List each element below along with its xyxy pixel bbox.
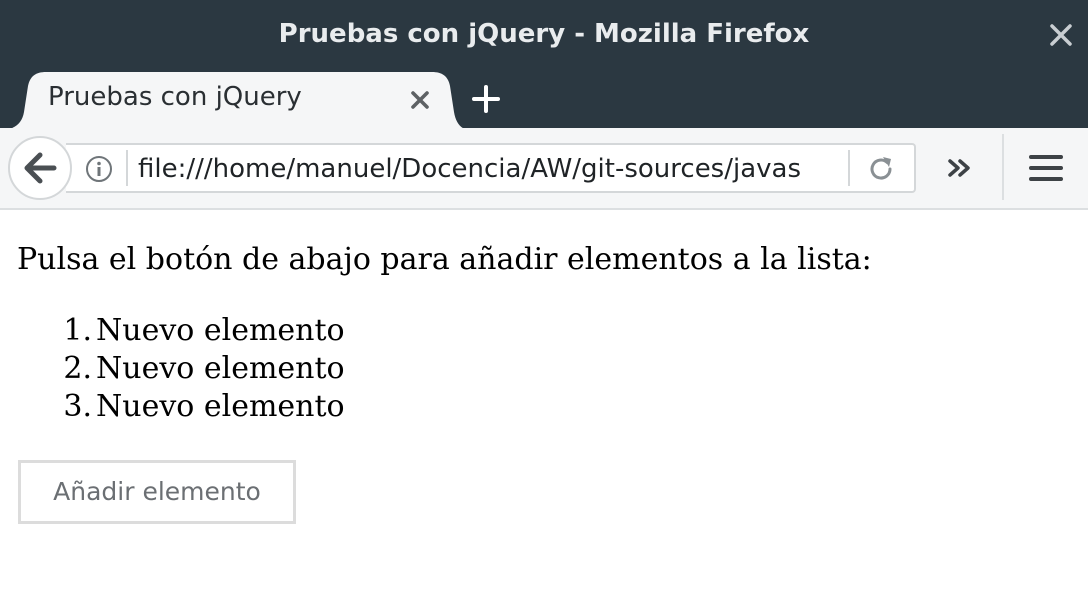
url-separator: [126, 150, 128, 186]
add-element-button[interactable]: Añadir elemento: [18, 460, 296, 524]
toolbar-separator: [1002, 134, 1004, 200]
list-item-text: Nuevo elemento: [96, 313, 345, 348]
overflow-chevron-icon[interactable]: [942, 150, 978, 186]
page-content: Pulsa el botón de abajo para añadir elem…: [0, 210, 1088, 602]
info-icon[interactable]: [84, 154, 114, 184]
reload-icon[interactable]: [864, 152, 898, 186]
tab-label: Pruebas con jQuery: [48, 82, 302, 112]
intro-text: Pulsa el botón de abajo para añadir elem…: [17, 242, 872, 277]
tab-close-icon[interactable]: [404, 84, 436, 116]
reload-separator: [848, 150, 850, 186]
list-item-number: 3.: [63, 389, 92, 424]
list-item-text: Nuevo elemento: [96, 351, 345, 386]
list-item: 2. Nuevo elemento: [0, 350, 600, 388]
back-button[interactable]: [8, 136, 72, 200]
list-item-number: 1.: [63, 313, 92, 348]
tab-pruebas-jquery[interactable]: Pruebas con jQuery: [0, 72, 470, 130]
list-item: 1. Nuevo elemento: [0, 312, 600, 350]
hamburger-menu-icon[interactable]: [1026, 148, 1066, 188]
window-title: Pruebas con jQuery - Mozilla Firefox: [278, 19, 810, 49]
new-tab-icon[interactable]: [467, 80, 505, 118]
url-input[interactable]: file:///home/manuel/Docencia/AW/git-sour…: [138, 152, 838, 186]
close-icon[interactable]: [1043, 17, 1079, 53]
list-item-text: Nuevo elemento: [96, 389, 345, 424]
list-item: 3. Nuevo elemento: [0, 388, 600, 426]
item-list: 1. Nuevo elemento 2. Nuevo elemento 3. N…: [0, 312, 600, 426]
back-arrow-icon: [24, 152, 57, 184]
list-item-number: 2.: [63, 351, 92, 386]
